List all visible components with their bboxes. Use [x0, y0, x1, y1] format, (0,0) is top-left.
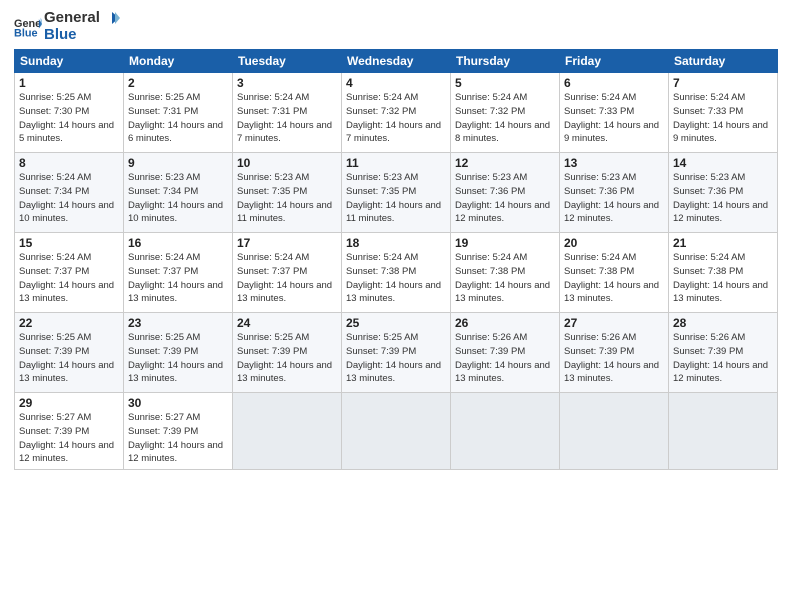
col-sunday: Sunday: [15, 50, 124, 73]
table-row: 2 Sunrise: 5:25 AMSunset: 7:31 PMDayligh…: [124, 73, 233, 153]
header: General Blue General Blue: [14, 10, 778, 43]
table-row: 29 Sunrise: 5:27 AMSunset: 7:39 PMDaylig…: [15, 393, 124, 470]
empty-cell: [342, 393, 451, 470]
table-row: 4 Sunrise: 5:24 AMSunset: 7:32 PMDayligh…: [342, 73, 451, 153]
table-row: 26 Sunrise: 5:26 AMSunset: 7:39 PMDaylig…: [451, 313, 560, 393]
table-row: 19 Sunrise: 5:24 AMSunset: 7:38 PMDaylig…: [451, 233, 560, 313]
col-thursday: Thursday: [451, 50, 560, 73]
table-row: 24 Sunrise: 5:25 AMSunset: 7:39 PMDaylig…: [233, 313, 342, 393]
calendar-week-5: 29 Sunrise: 5:27 AMSunset: 7:39 PMDaylig…: [15, 393, 778, 470]
svg-text:Blue: Blue: [14, 27, 38, 38]
table-row: 30 Sunrise: 5:27 AMSunset: 7:39 PMDaylig…: [124, 393, 233, 470]
calendar-week-3: 15 Sunrise: 5:24 AMSunset: 7:37 PMDaylig…: [15, 233, 778, 313]
empty-cell: [669, 393, 778, 470]
table-row: 1 Sunrise: 5:25 AMSunset: 7:30 PMDayligh…: [15, 73, 124, 153]
calendar-header-row: Sunday Monday Tuesday Wednesday Thursday…: [15, 50, 778, 73]
table-row: 11 Sunrise: 5:23 AMSunset: 7:35 PMDaylig…: [342, 153, 451, 233]
table-row: 12 Sunrise: 5:23 AMSunset: 7:36 PMDaylig…: [451, 153, 560, 233]
table-row: 21 Sunrise: 5:24 AMSunset: 7:38 PMDaylig…: [669, 233, 778, 313]
table-row: 22 Sunrise: 5:25 AMSunset: 7:39 PMDaylig…: [15, 313, 124, 393]
calendar-week-4: 22 Sunrise: 5:25 AMSunset: 7:39 PMDaylig…: [15, 313, 778, 393]
col-monday: Monday: [124, 50, 233, 73]
table-row: 18 Sunrise: 5:24 AMSunset: 7:38 PMDaylig…: [342, 233, 451, 313]
empty-cell: [233, 393, 342, 470]
table-row: 14 Sunrise: 5:23 AMSunset: 7:36 PMDaylig…: [669, 153, 778, 233]
table-row: 10 Sunrise: 5:23 AMSunset: 7:35 PMDaylig…: [233, 153, 342, 233]
calendar-week-2: 8 Sunrise: 5:24 AMSunset: 7:34 PMDayligh…: [15, 153, 778, 233]
col-tuesday: Tuesday: [233, 50, 342, 73]
col-friday: Friday: [560, 50, 669, 73]
table-row: 13 Sunrise: 5:23 AMSunset: 7:36 PMDaylig…: [560, 153, 669, 233]
table-row: 28 Sunrise: 5:26 AMSunset: 7:39 PMDaylig…: [669, 313, 778, 393]
table-row: 8 Sunrise: 5:24 AMSunset: 7:34 PMDayligh…: [15, 153, 124, 233]
logo-blue-text: Blue: [44, 27, 120, 44]
table-row: 23 Sunrise: 5:25 AMSunset: 7:39 PMDaylig…: [124, 313, 233, 393]
table-row: 5 Sunrise: 5:24 AMSunset: 7:32 PMDayligh…: [451, 73, 560, 153]
table-row: 17 Sunrise: 5:24 AMSunset: 7:37 PMDaylig…: [233, 233, 342, 313]
table-row: 9 Sunrise: 5:23 AMSunset: 7:34 PMDayligh…: [124, 153, 233, 233]
page: General Blue General Blue Sunday Monday …: [0, 0, 792, 612]
table-row: 27 Sunrise: 5:26 AMSunset: 7:39 PMDaylig…: [560, 313, 669, 393]
col-wednesday: Wednesday: [342, 50, 451, 73]
logo-icon: General Blue: [14, 16, 42, 38]
table-row: 25 Sunrise: 5:25 AMSunset: 7:39 PMDaylig…: [342, 313, 451, 393]
table-row: 7 Sunrise: 5:24 AMSunset: 7:33 PMDayligh…: [669, 73, 778, 153]
empty-cell: [451, 393, 560, 470]
calendar-table: Sunday Monday Tuesday Wednesday Thursday…: [14, 49, 778, 470]
col-saturday: Saturday: [669, 50, 778, 73]
logo: General Blue General Blue: [14, 10, 120, 43]
logo-general-text: General: [44, 10, 120, 27]
calendar-week-1: 1 Sunrise: 5:25 AMSunset: 7:30 PMDayligh…: [15, 73, 778, 153]
table-row: 15 Sunrise: 5:24 AMSunset: 7:37 PMDaylig…: [15, 233, 124, 313]
table-row: 20 Sunrise: 5:24 AMSunset: 7:38 PMDaylig…: [560, 233, 669, 313]
table-row: 3 Sunrise: 5:24 AMSunset: 7:31 PMDayligh…: [233, 73, 342, 153]
empty-cell: [560, 393, 669, 470]
table-row: 6 Sunrise: 5:24 AMSunset: 7:33 PMDayligh…: [560, 73, 669, 153]
table-row: 16 Sunrise: 5:24 AMSunset: 7:37 PMDaylig…: [124, 233, 233, 313]
